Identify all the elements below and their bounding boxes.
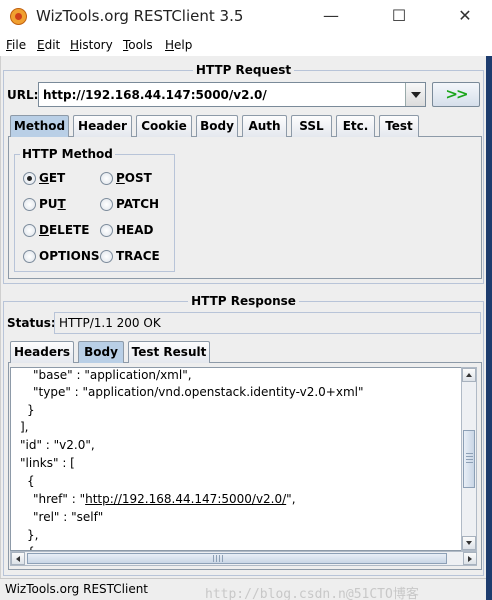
radio-put-label[interactable]: PUT <box>39 197 66 211</box>
menu-history-mnemonic: H <box>70 38 80 52</box>
menu-help[interactable]: Help <box>165 38 192 52</box>
url-input[interactable]: http://192.168.44.147:5000/v2.0/ <box>38 82 426 107</box>
statusbar-text: WizTools.org RESTClient <box>5 582 149 596</box>
status-field: HTTP/1.1 200 OK <box>54 312 481 334</box>
menu-tools[interactable]: Tools <box>123 38 153 52</box>
tab-etc[interactable]: Etc. <box>336 115 375 137</box>
radio-options-label[interactable]: OPTIONS <box>39 249 100 263</box>
href-end: ", <box>286 492 296 506</box>
window-edge <box>486 56 492 600</box>
minimize-button[interactable]: — <box>308 0 354 33</box>
tab-response-body[interactable]: Body <box>78 341 124 363</box>
status-value: HTTP/1.1 200 OK <box>59 316 161 330</box>
radio-get-mnemonic: G <box>39 171 49 185</box>
code-line: "rel" : "self" <box>33 510 104 524</box>
radio-get-label[interactable]: GET <box>39 171 65 185</box>
radio-put-prefix: PU <box>39 197 58 211</box>
left-arrow-icon <box>16 556 20 562</box>
radio-post-rest: OST <box>124 171 152 185</box>
radio-post-label[interactable]: POST <box>116 171 152 185</box>
maximize-button[interactable]: ☐ <box>376 0 422 33</box>
radio-get[interactable] <box>23 172 36 185</box>
tab-cookie[interactable]: Cookie <box>136 115 192 137</box>
title-bar: WizTools.org RESTClient 3.5 — ☐ ✕ <box>0 0 492 33</box>
close-button[interactable]: ✕ <box>442 0 488 33</box>
scroll-right-icon[interactable] <box>463 552 477 565</box>
http-method-title: HTTP Method <box>20 147 115 161</box>
horizontal-scroll-thumb[interactable] <box>27 553 447 564</box>
radio-trace-label[interactable]: TRACE <box>116 249 160 263</box>
menu-history-label: istory <box>79 38 113 52</box>
code-line: "id" : "v2.0", <box>20 438 95 452</box>
tab-ssl[interactable]: SSL <box>291 115 332 137</box>
http-response-title: HTTP Response <box>188 294 299 308</box>
menu-history[interactable]: History <box>70 38 113 52</box>
menu-edit[interactable]: Edit <box>37 38 60 52</box>
menu-edit-mnemonic: E <box>37 38 45 52</box>
menu-bar: File Edit History Tools Help <box>0 34 492 56</box>
url-dropdown-arrow-icon[interactable] <box>405 83 425 106</box>
tab-body[interactable]: Body <box>196 115 238 137</box>
horizontal-scrollbar[interactable] <box>10 551 477 566</box>
radio-put-mnemonic: T <box>57 197 66 211</box>
menu-help-mnemonic: H <box>165 38 175 52</box>
href-link[interactable]: http://192.168.44.147:5000/v2.0/ <box>85 492 286 506</box>
menu-tools-label: ools <box>128 38 153 52</box>
code-line: "base" : "application/xml", <box>33 368 192 382</box>
vertical-scrollbar[interactable] <box>461 367 477 551</box>
right-arrow-icon <box>468 556 472 562</box>
up-arrow-icon <box>466 373 472 377</box>
watermark: http://blog.csdn.n@51CTO博客 <box>205 587 419 600</box>
radio-delete-mnemonic: D <box>39 223 49 237</box>
radio-trace[interactable] <box>100 250 113 263</box>
radio-post-mnemonic: P <box>116 171 125 185</box>
code-line: }, <box>27 528 39 542</box>
radio-post[interactable] <box>100 172 113 185</box>
tab-test[interactable]: Test <box>379 115 419 137</box>
scroll-down-icon[interactable] <box>462 536 476 550</box>
radio-delete-label[interactable]: DELETE <box>39 223 89 237</box>
radio-head-label[interactable]: HEAD <box>116 223 154 237</box>
thumb-grip <box>213 555 223 562</box>
radio-delete-rest: ELETE <box>48 223 90 237</box>
radio-patch-label[interactable]: PATCH <box>116 197 159 211</box>
radio-head[interactable] <box>100 224 113 237</box>
code-line: "type" : "application/vnd.openstack.iden… <box>33 385 364 399</box>
tab-test-result[interactable]: Test Result <box>128 341 210 363</box>
window-title: WizTools.org RESTClient 3.5 <box>36 7 244 25</box>
code-line-href: "href" : "http://192.168.44.147:5000/v2.… <box>33 492 296 506</box>
radio-delete[interactable] <box>23 224 36 237</box>
tab-method[interactable]: Method <box>10 115 69 137</box>
scroll-left-icon[interactable] <box>11 552 25 565</box>
app-logo-icon <box>10 8 27 25</box>
tab-headers[interactable]: Headers <box>10 341 74 363</box>
tab-auth[interactable]: Auth <box>242 115 287 137</box>
status-label: Status: <box>7 316 56 330</box>
go-arrows-icon: >> <box>445 85 468 103</box>
send-request-button[interactable]: >> <box>432 82 480 107</box>
menu-edit-label: dit <box>44 38 61 52</box>
code-line: ], <box>20 420 29 434</box>
http-request-title: HTTP Request <box>192 63 295 77</box>
menu-file[interactable]: File <box>6 38 26 52</box>
menu-help-label: elp <box>174 38 193 52</box>
thumb-grip <box>466 453 473 463</box>
href-key: "href" : " <box>33 492 86 506</box>
tab-header[interactable]: Header <box>73 115 132 137</box>
code-line: { <box>27 474 35 488</box>
radio-put[interactable] <box>23 198 36 211</box>
url-value: http://192.168.44.147:5000/v2.0/ <box>43 88 267 102</box>
menu-file-label: ile <box>12 38 27 52</box>
scroll-up-icon[interactable] <box>462 368 476 382</box>
down-arrow-icon <box>466 541 472 545</box>
url-label: URL: <box>7 88 39 102</box>
response-body-text[interactable]: "base" : "application/xml", "type" : "ap… <box>10 367 476 551</box>
radio-patch[interactable] <box>100 198 113 211</box>
status-bar: WizTools.org RESTClient http://blog.csdn… <box>0 578 486 600</box>
vertical-scroll-thumb[interactable] <box>463 430 475 488</box>
radio-get-rest: ET <box>48 171 66 185</box>
code-line: } <box>27 403 35 417</box>
code-line: "links" : [ <box>20 456 75 470</box>
radio-options[interactable] <box>23 250 36 263</box>
